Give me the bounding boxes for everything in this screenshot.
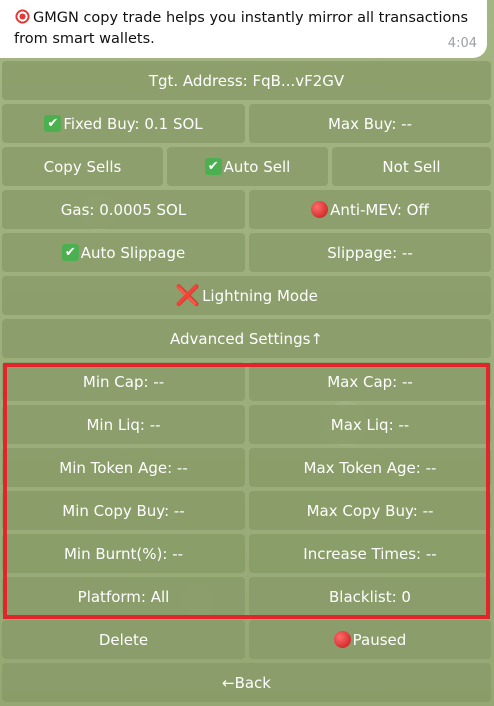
max-liq-button[interactable]: Max Liq: -- [249,405,491,444]
min-copy-buy-label: Min Copy Buy: -- [62,501,185,520]
target-icon [14,8,31,25]
auto-sell-label: Auto Sell [223,157,291,176]
fixed-buy-label: Fixed Buy: 0.1 SOL [63,114,203,133]
auto-slippage-button[interactable]: ✔ Auto Slippage [2,233,245,272]
anti-mev-button[interactable]: Anti-MEV: Off [249,190,491,229]
red-circle-icon [333,631,351,648]
max-cap-label: Max Cap: -- [327,372,413,391]
min-burnt-button[interactable]: Min Burnt(%): -- [2,534,245,573]
min-burnt-label: Min Burnt(%): -- [63,544,184,563]
anti-mev-label: Anti-MEV: Off [330,200,429,219]
target-address-label: Tgt. Address: FqB...vF2GV [148,71,345,90]
gas-button[interactable]: Gas: 0.0005 SOL [2,190,245,229]
cross-icon: ❌ [175,283,201,307]
message-text: GMGN copy trade helps you instantly mirr… [14,10,469,47]
increase-times-label: Increase Times: -- [303,544,437,563]
check-icon: ✔ [61,244,79,261]
max-liq-label: Max Liq: -- [330,415,410,434]
copy-sells-button[interactable]: Copy Sells [2,147,163,186]
blacklist-button[interactable]: Blacklist: 0 [249,577,491,616]
fixed-buy-button[interactable]: ✔ Fixed Buy: 0.1 SOL [2,104,245,143]
check-icon: ✔ [44,115,62,132]
advanced-settings-label: Advanced Settings↑ [170,329,323,348]
platform-button[interactable]: Platform: All [2,577,245,616]
not-sell-button[interactable]: Not Sell [332,147,491,186]
bot-message: GMGN copy trade helps you instantly mirr… [0,0,487,58]
min-liq-label: Min Liq: -- [86,415,161,434]
max-cap-button[interactable]: Max Cap: -- [249,362,491,401]
blacklist-label: Blacklist: 0 [329,587,411,606]
platform-label: Platform: All [77,587,170,606]
slippage-label: Slippage: -- [327,243,413,262]
lightning-mode-label: Lightning Mode [202,286,318,305]
red-circle-icon [311,201,329,218]
paused-label: Paused [352,630,407,649]
min-token-age-button[interactable]: Min Token Age: -- [2,448,245,487]
max-copy-buy-label: Max Copy Buy: -- [306,501,434,520]
advanced-settings-button[interactable]: Advanced Settings↑ [2,319,491,358]
back-label: ←Back [222,673,271,692]
max-buy-label: Max Buy: -- [327,114,412,133]
back-button[interactable]: ←Back [2,663,491,702]
lightning-mode-button[interactable]: ❌ Lightning Mode [2,276,491,315]
not-sell-label: Not Sell [382,157,441,176]
auto-slippage-label: Auto Slippage [80,243,186,262]
min-token-age-label: Min Token Age: -- [59,458,188,477]
max-buy-button[interactable]: Max Buy: -- [249,104,491,143]
min-cap-label: Min Cap: -- [82,372,165,391]
paused-button[interactable]: Paused [249,620,491,659]
min-cap-button[interactable]: Min Cap: -- [2,362,245,401]
delete-label: Delete [98,630,149,649]
max-token-age-button[interactable]: Max Token Age: -- [249,448,491,487]
slippage-button[interactable]: Slippage: -- [249,233,491,272]
gas-label: Gas: 0.0005 SOL [60,200,187,219]
min-liq-button[interactable]: Min Liq: -- [2,405,245,444]
min-copy-buy-button[interactable]: Min Copy Buy: -- [2,491,245,530]
delete-button[interactable]: Delete [2,620,245,659]
auto-sell-button[interactable]: ✔ Auto Sell [167,147,328,186]
copy-sells-label: Copy Sells [43,157,122,176]
max-token-age-label: Max Token Age: -- [303,458,437,477]
message-time: 4:04 [447,36,477,51]
target-address-button[interactable]: Tgt. Address: FqB...vF2GV [2,61,491,100]
increase-times-button[interactable]: Increase Times: -- [249,534,491,573]
max-copy-buy-button[interactable]: Max Copy Buy: -- [249,491,491,530]
check-icon: ✔ [204,158,222,175]
